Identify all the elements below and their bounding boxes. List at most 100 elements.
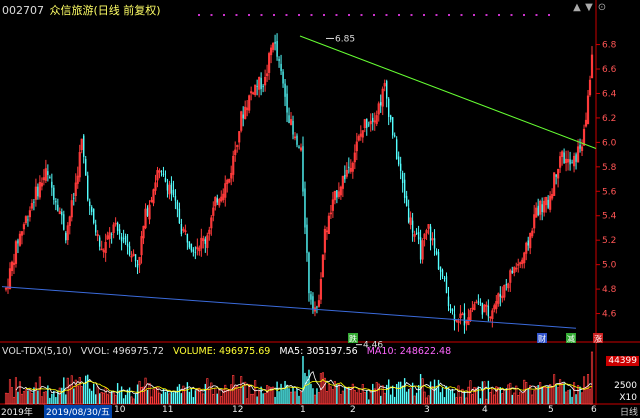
candle-body xyxy=(575,154,577,162)
event-tag-0: 跌 xyxy=(349,334,357,344)
volume-bar xyxy=(190,387,193,404)
volume-bar xyxy=(106,394,109,405)
candle-body xyxy=(419,237,422,260)
trendline-upper xyxy=(299,35,597,149)
candle-body xyxy=(192,249,195,252)
candle-body xyxy=(194,251,197,253)
volume-bar xyxy=(517,395,520,405)
volume-bar xyxy=(293,391,297,405)
volume-bar xyxy=(580,392,584,405)
volume-bar xyxy=(323,377,326,405)
scroll-up-icon[interactable]: ▲ xyxy=(572,3,582,13)
volume-bar xyxy=(415,392,418,404)
candle-body xyxy=(411,220,414,233)
volume-bar xyxy=(465,397,468,405)
candle-body xyxy=(407,208,410,223)
volume-bar xyxy=(114,394,117,405)
candle-body xyxy=(479,302,482,304)
time-label-year: 2019年 xyxy=(1,408,33,418)
volume-bar xyxy=(383,392,386,405)
volume-bar xyxy=(521,393,524,405)
candle-body xyxy=(83,135,85,157)
volume-bar xyxy=(366,390,368,404)
volume-bar xyxy=(10,387,14,405)
volume-bar xyxy=(483,381,486,405)
chart-header: 002707 众信旅游(日线 前复权) xyxy=(2,2,161,18)
volume-bar xyxy=(455,397,458,405)
candle-body xyxy=(114,222,117,225)
candle-body xyxy=(176,201,179,210)
candle-body xyxy=(433,238,436,249)
candle-body xyxy=(325,230,329,233)
volume-bar xyxy=(20,393,23,405)
candle-body xyxy=(180,223,183,234)
volume-bar xyxy=(397,381,400,404)
candle-body xyxy=(453,314,456,322)
candle-body xyxy=(372,117,374,122)
volume-bar xyxy=(122,398,125,404)
volume-mid-tag: 2500 xyxy=(614,381,637,391)
time-label-1: 1 xyxy=(300,405,306,415)
volume-bar xyxy=(336,384,338,404)
candle-body xyxy=(134,254,137,262)
volume-bar xyxy=(531,394,534,405)
volume-bar xyxy=(395,383,398,404)
volume-bar xyxy=(588,388,592,405)
candle-body xyxy=(124,236,127,243)
volume-bar xyxy=(389,394,392,404)
candle-body xyxy=(188,241,191,248)
price-tick-label-6: 5.6 xyxy=(602,187,617,197)
volume-bar xyxy=(467,386,470,405)
volume-bar xyxy=(327,384,330,405)
volume-bar xyxy=(427,395,430,405)
volume-bar xyxy=(280,383,282,404)
candle-body xyxy=(348,166,350,168)
event-dot xyxy=(448,14,450,16)
volume-bar xyxy=(339,394,342,405)
time-label-12: 12 xyxy=(232,405,244,415)
event-dot xyxy=(310,14,313,16)
volume-bar xyxy=(47,385,49,404)
volume-bar xyxy=(73,388,75,404)
volume-bar xyxy=(22,391,25,405)
candle-body xyxy=(401,172,404,183)
candle-body xyxy=(98,237,101,247)
volume-bar xyxy=(124,394,127,404)
volume-bar xyxy=(212,393,215,405)
time-label-selected[interactable]: 2019/08/30/五 xyxy=(44,405,112,418)
volume-bar xyxy=(453,393,456,404)
volume-bar xyxy=(361,384,364,405)
volume-bar xyxy=(296,388,298,404)
volume-bar xyxy=(76,385,79,405)
event-dot xyxy=(260,14,263,16)
volume-indicator[interactable]: VOL-TDX(5,10) xyxy=(2,346,72,357)
volume-bar xyxy=(158,392,161,405)
volume-bar xyxy=(369,390,372,405)
scroll-down-icon[interactable]: ▼ xyxy=(584,3,594,13)
event-dot xyxy=(235,14,238,16)
candle-body xyxy=(274,41,276,44)
volume-bar xyxy=(344,387,346,404)
volume-bar xyxy=(380,395,382,404)
settings-icon[interactable]: ⊙ xyxy=(597,3,607,13)
candle-body xyxy=(463,312,466,326)
volume-bar xyxy=(284,380,286,404)
candle-body xyxy=(37,186,39,197)
candle-body xyxy=(571,162,573,164)
candle-body xyxy=(391,117,394,136)
volume-bar xyxy=(278,391,280,404)
volume-bar xyxy=(289,391,293,405)
candle-body xyxy=(190,243,193,251)
volume-bar xyxy=(435,388,438,404)
volume-bar xyxy=(174,391,177,404)
volume-bar xyxy=(586,374,590,405)
volume-bar xyxy=(481,381,484,404)
volume-bar xyxy=(208,389,211,405)
volume-bar xyxy=(525,382,528,405)
volume-bar xyxy=(372,383,374,404)
volume-bar xyxy=(565,391,568,405)
period-label[interactable]: 日线 xyxy=(620,405,638,418)
volume-bar xyxy=(584,387,588,405)
candle-body xyxy=(166,183,169,191)
candle-body xyxy=(172,189,175,196)
